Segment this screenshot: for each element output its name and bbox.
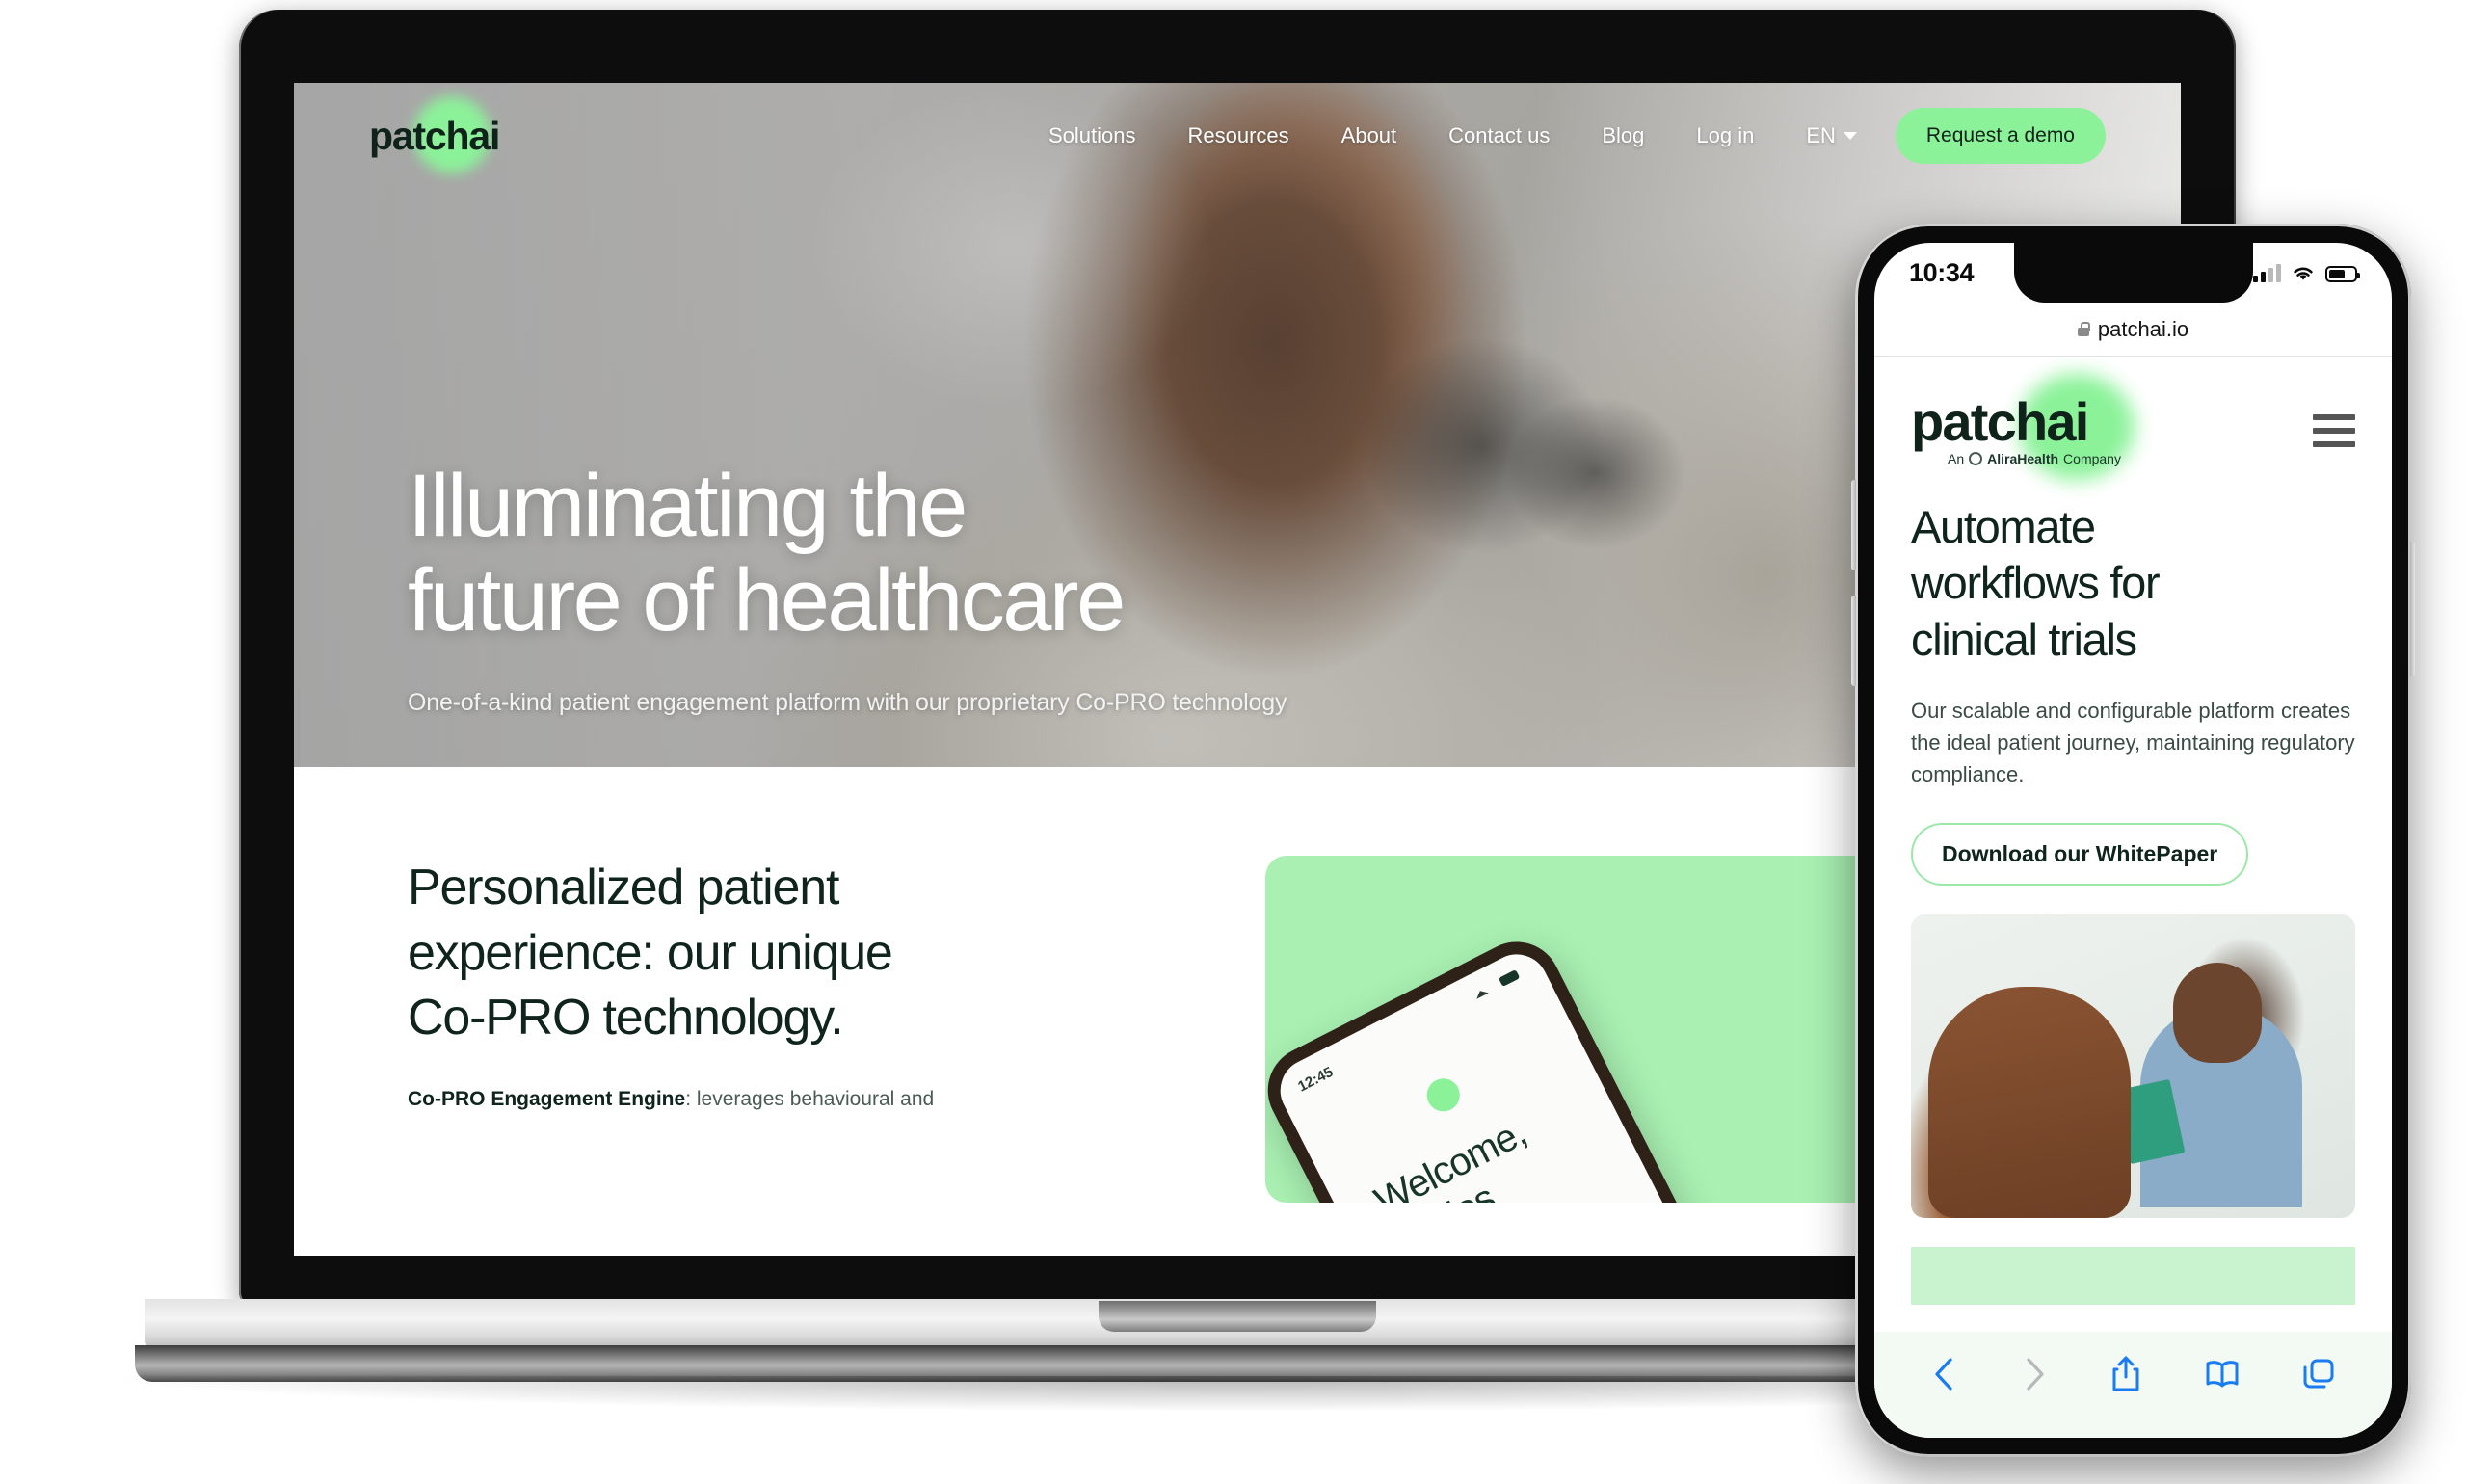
bookmarks-icon[interactable] — [2204, 1358, 2241, 1391]
card-phone-mockup: 12:45 Welcome, Carlos — [1265, 926, 1782, 1203]
mobile-green-band — [1911, 1246, 2355, 1305]
card-phone-status-icons — [1476, 970, 1520, 999]
nav-link-solutions[interactable]: Solutions — [1048, 123, 1136, 148]
nav-link-resources[interactable]: Resources — [1188, 123, 1289, 148]
nav-link-contact-us[interactable]: Contact us — [1448, 123, 1550, 148]
copro-heading-rest: technology. — [590, 990, 844, 1047]
safari-url-bar[interactable]: patchai.io — [1874, 303, 2392, 357]
phone-device: 10:34 patchai.io patchai An AliraHealth … — [1851, 224, 2415, 1457]
mobile-heading-line-1: Automate — [1911, 499, 2355, 555]
nav-link-log-in[interactable]: Log in — [1696, 123, 1754, 148]
hamburger-menu-icon[interactable] — [2313, 414, 2355, 447]
mobile-heading-line-3: clinical trials — [1911, 613, 2137, 665]
hero-heading-line-1: Illuminating the — [408, 457, 968, 555]
hero-heading-line-2: future of healthcare — [408, 551, 1126, 650]
logo[interactable]: patchai — [369, 95, 500, 173]
card-phone-welcome: Welcome, Carlos — [1367, 1075, 1623, 1203]
copro-highlight: Co-PRO — [408, 986, 591, 1051]
cellular-signal-icon — [2253, 263, 2281, 282]
copro-heading-line-1: Personalized patient — [408, 860, 839, 915]
phone-screen: 10:34 patchai.io patchai An AliraHealth … — [1874, 243, 2392, 1438]
card-phone-time: 12:45 — [1295, 1063, 1337, 1096]
chevron-down-icon — [1843, 132, 1857, 140]
laptop-base-notch — [1099, 1301, 1376, 1332]
nav-link-about[interactable]: About — [1341, 123, 1397, 148]
mobile-logo[interactable]: patchai An AliraHealth Company — [1911, 374, 2135, 480]
nav-link-blog[interactable]: Blog — [1602, 123, 1644, 148]
card-phone-avatar-dot — [1420, 1073, 1466, 1118]
copro-text-column: Personalized patient experience: our uni… — [408, 856, 1179, 1203]
safari-toolbar — [1874, 1332, 2392, 1438]
mobile-heading-line-2: workflows for — [1911, 555, 2355, 611]
share-icon[interactable] — [2109, 1354, 2142, 1394]
battery-icon — [2325, 265, 2360, 282]
forward-icon[interactable] — [2020, 1355, 2049, 1393]
copro-heading-line-2: experience: our unique — [408, 924, 893, 981]
tagline-brand: AliraHealth — [1987, 451, 2059, 466]
mobile-hero-image — [1911, 914, 2355, 1218]
request-a-demo-button[interactable]: Request a demo — [1895, 108, 2106, 164]
mobile-heading-rest: for — [2098, 557, 2160, 609]
nav-links: Solutions Resources About Contact us Blo… — [1048, 123, 1857, 148]
download-whitepaper-button[interactable]: Download our WhitePaper — [1911, 822, 2249, 886]
mobile-hero: Automate workflows for clinical trials O… — [1874, 466, 2392, 1305]
wifi-icon — [2294, 267, 2313, 279]
mobile-paragraph: Our scalable and configurable platform c… — [1911, 698, 2355, 786]
hero-copy: Illuminating the future of healthcare On… — [408, 459, 1468, 717]
mobile-logo-tagline: An AliraHealth Company — [1948, 451, 2121, 466]
copro-heading-line-3: Co-PRO technology. — [408, 986, 1179, 1051]
mobile-heading-highlight-1: Automate — [1911, 499, 2096, 555]
mobile-site-header: patchai An AliraHealth Company — [1874, 357, 2392, 480]
copro-paragraph-bold: Co-PRO Engagement Engine — [408, 1087, 686, 1110]
status-time: 10:34 — [1909, 257, 1975, 287]
volume-down-button[interactable] — [1851, 596, 1856, 686]
back-icon[interactable] — [1930, 1355, 1959, 1393]
alira-health-logo-icon — [1969, 452, 1983, 465]
copro-paragraph-rest: : leverages behavioural and — [685, 1087, 935, 1110]
copro-paragraph: Co-PRO Engagement Engine: leverages beha… — [408, 1084, 1179, 1116]
image-person-head — [2173, 963, 2263, 1064]
image-second-person-hair — [1928, 986, 2132, 1218]
mobile-heading: Automate workflows for clinical trials — [1911, 499, 2355, 668]
logo-text: patchai — [369, 113, 500, 158]
mobile-heading-highlight-2: workflows — [1911, 555, 2100, 611]
tabs-icon[interactable] — [2301, 1357, 2336, 1391]
hero-heading: Illuminating the future of healthcare — [408, 459, 1468, 649]
power-button[interactable] — [2410, 542, 2415, 676]
language-label: EN — [1806, 123, 1836, 147]
screenshot-stage: patchai Solutions Resources About Contac… — [0, 0, 2467, 1484]
url-text: patchai.io — [2097, 316, 2189, 341]
tagline-suffix: Company — [2063, 451, 2121, 466]
language-selector[interactable]: EN — [1806, 123, 1857, 148]
lock-icon — [2077, 322, 2090, 336]
mobile-logo-text: patchai — [1911, 391, 2089, 452]
tagline-prefix: An — [1948, 451, 1965, 466]
volume-up-button[interactable] — [1851, 480, 1856, 570]
hero-subheading: One-of-a-kind patient engagement platfor… — [408, 688, 1287, 716]
desktop-navbar: patchai Solutions Resources About Contac… — [294, 83, 2181, 189]
phone-notch — [2013, 243, 2253, 303]
copro-heading: Personalized patient experience: our uni… — [408, 856, 1179, 1051]
